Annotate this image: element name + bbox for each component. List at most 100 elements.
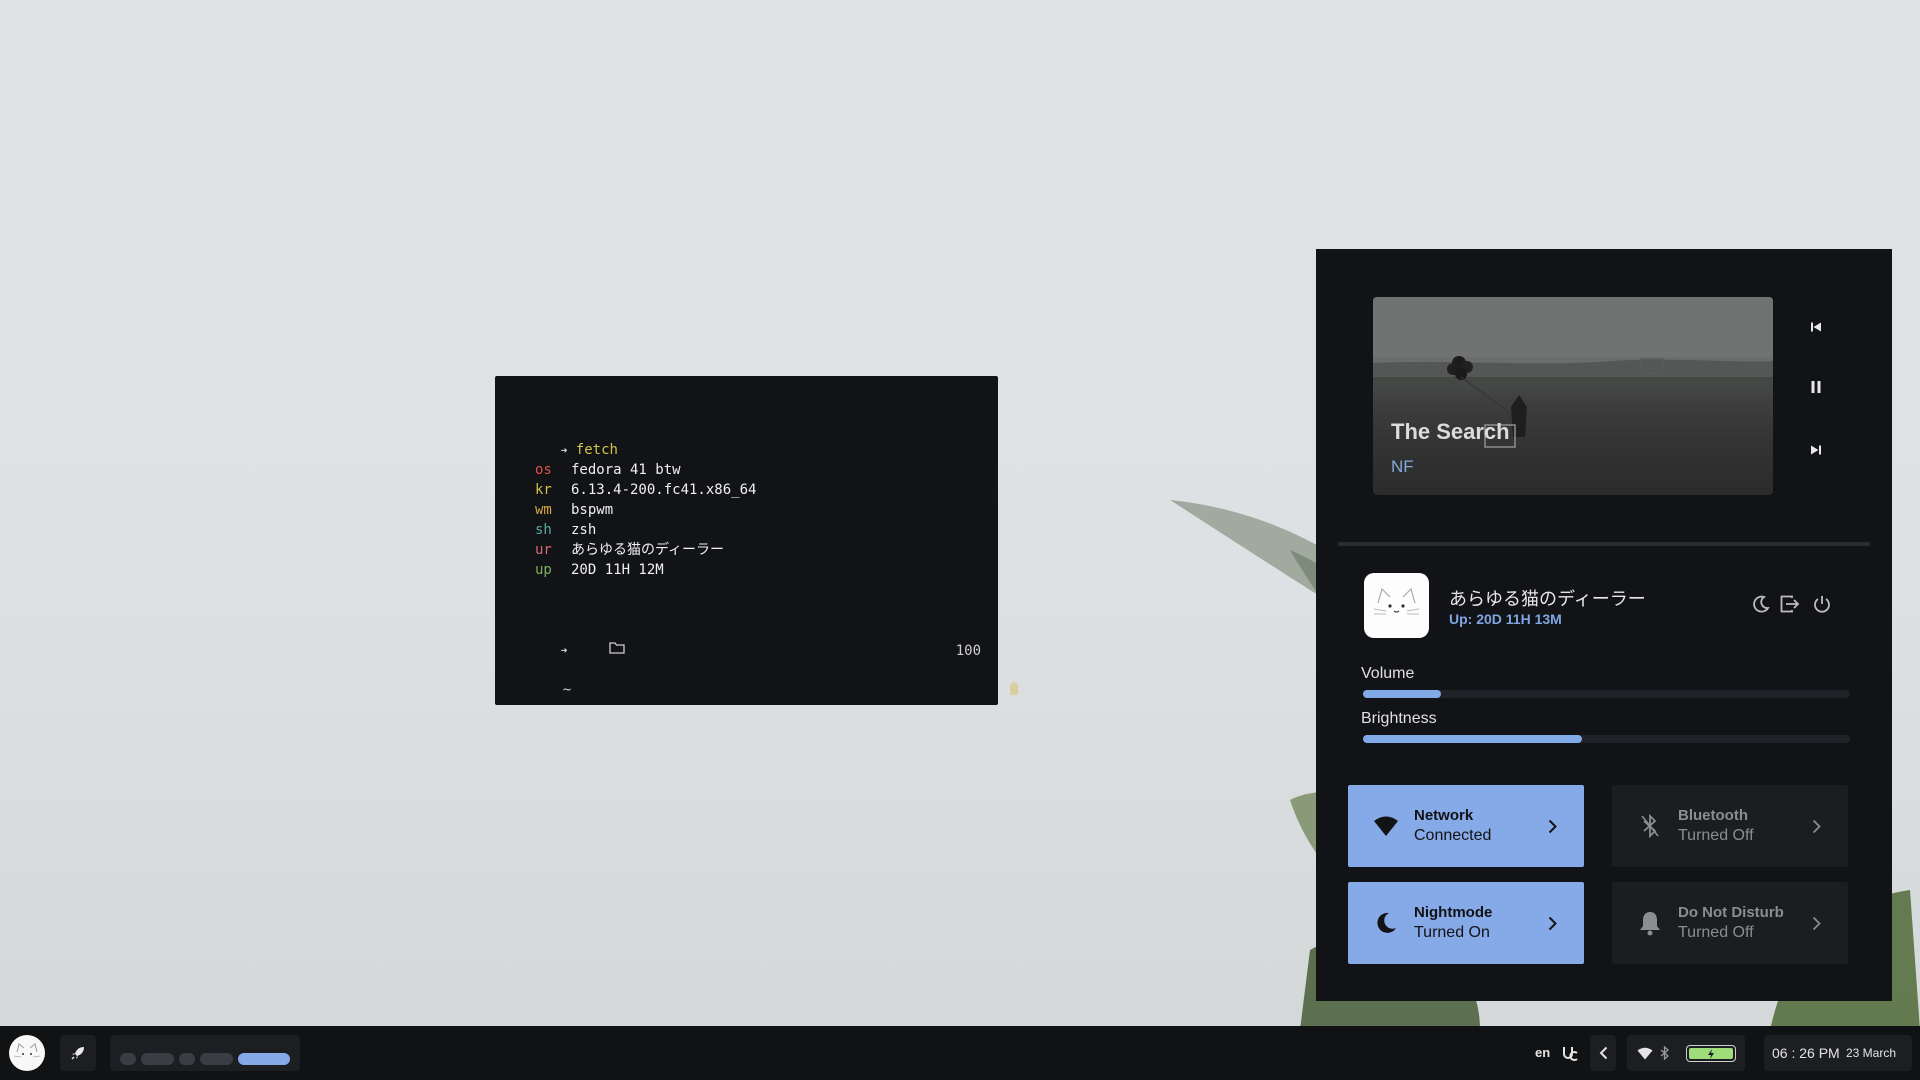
app-tray-icon: [1563, 1047, 1578, 1061]
bluetooth-toggle[interactable]: Bluetooth Turned Off: [1612, 785, 1848, 867]
dnd-toggle[interactable]: Do Not Disturb Turned Off: [1612, 882, 1848, 964]
sleep-button[interactable]: [1750, 593, 1772, 615]
brightness-label: Brightness: [1361, 710, 1437, 727]
launcher-avatar[interactable]: [9, 1035, 45, 1071]
power-icon: [1814, 596, 1830, 613]
bluetooth-status: Turned Off: [1678, 827, 1754, 844]
battery-level: [1689, 1048, 1733, 1059]
brightness-slider-fill: [1363, 735, 1583, 743]
workspace-switcher: [110, 1035, 300, 1071]
prev-button[interactable]: [1804, 315, 1828, 339]
logout-icon: [1780, 595, 1800, 613]
rocket-icon: [71, 1047, 84, 1060]
power-button[interactable]: [1811, 593, 1833, 615]
next-button[interactable]: [1804, 438, 1828, 462]
song-artist: NF: [1391, 457, 1414, 476]
taskbar: en 06 : 26 PM 23 March: [0, 1026, 1920, 1080]
cwd-text: ~: [562, 682, 572, 698]
nightmode-title: Nightmode: [1414, 904, 1493, 921]
moon-icon: [1372, 909, 1400, 937]
bell-icon: [1636, 909, 1664, 937]
pause-icon: [1811, 381, 1821, 393]
dnd-status: Turned Off: [1678, 924, 1754, 941]
chevron-right-icon: [1544, 912, 1560, 934]
avatar: [1364, 573, 1429, 638]
fetch-row: os fedora 41 btw: [535, 460, 681, 480]
workspace-2[interactable]: [141, 1053, 174, 1065]
dnd-title: Do Not Disturb: [1678, 904, 1784, 921]
fetch-key: sh: [535, 522, 552, 538]
fetch-key: up: [535, 562, 552, 578]
chevron-left-icon: [1599, 1046, 1607, 1060]
workspace-1[interactable]: [120, 1053, 136, 1065]
volume-slider-fill: [1363, 690, 1441, 698]
fetch-value: あらゆる猫のディーラー: [571, 542, 725, 558]
workspace-4[interactable]: [200, 1053, 233, 1065]
command-text: fetch: [575, 442, 618, 458]
fetch-value: bspwm: [571, 502, 614, 518]
logout-button[interactable]: [1779, 593, 1801, 615]
fetch-row: up 20D 11H 12M: [535, 560, 664, 580]
nightmode-status: Turned On: [1414, 924, 1490, 941]
terminal-window[interactable]: ➜ fetch os fedora 41 btw kr 6.13.4-200.fc41…: [495, 376, 1019, 705]
chevron-right-icon: [1544, 815, 1560, 837]
network-toggle[interactable]: Network Connected: [1348, 785, 1584, 867]
wifi-icon: [1372, 812, 1400, 840]
workspace-3[interactable]: [179, 1053, 195, 1065]
control-center: The Search NF あらゆる猫のディーラー Up: 20D 11H 13…: [1316, 249, 1892, 1001]
terminal-battery: 100: [922, 621, 1019, 741]
bluetooth-icon: [1660, 1046, 1669, 1060]
tray-expand-button[interactable]: [1590, 1035, 1616, 1071]
battery-icon: [960, 661, 1019, 721]
tray-app-icon[interactable]: [1561, 1044, 1579, 1066]
chevron-right-icon: [1808, 815, 1824, 837]
fetch-key: kr: [535, 482, 552, 498]
clock-date: 23 March: [1846, 1046, 1897, 1060]
uptime: Up: 20D 11H 13M: [1449, 611, 1562, 627]
brightness-slider[interactable]: [1363, 735, 1850, 743]
fetch-key: os: [535, 462, 552, 478]
prompt-arrow: ➜: [560, 444, 568, 457]
battery-indicator: [1686, 1045, 1736, 1062]
nightmode-toggle[interactable]: Nightmode Turned On: [1348, 882, 1584, 964]
user-name: あらゆる猫のディーラー: [1449, 589, 1646, 610]
input-prompt[interactable]: ➜: [527, 620, 568, 681]
fetch-row: wm bspwm: [535, 500, 613, 520]
fetch-row: sh zsh: [535, 520, 596, 540]
fetch-value: zsh: [571, 522, 597, 538]
fetch-value: fedora 41 btw: [571, 462, 681, 478]
network-title: Network: [1414, 807, 1474, 824]
chevron-right-icon: [1808, 912, 1824, 934]
moon-icon: [1753, 595, 1770, 613]
wifi-icon: [1637, 1047, 1653, 1060]
app-launcher-button[interactable]: [60, 1035, 96, 1071]
network-status: Connected: [1414, 827, 1492, 844]
workspace-5[interactable]: [238, 1053, 290, 1065]
folder-icon: [559, 620, 626, 680]
charging-icon: [1708, 1048, 1714, 1059]
clock-time: 06 : 26 PM: [1772, 1045, 1840, 1061]
fetch-row: kr 6.13.4-200.fc41.x86_64: [535, 480, 756, 500]
bluetooth-title: Bluetooth: [1678, 807, 1748, 824]
fetch-row: ur あらゆる猫のディーラー: [535, 540, 724, 560]
album-art-scene: [1373, 297, 1773, 495]
volume-slider[interactable]: [1363, 690, 1850, 698]
battery-percent: 100: [955, 643, 982, 659]
media-progress[interactable]: [1338, 542, 1870, 546]
pause-button[interactable]: [1804, 375, 1828, 399]
prev-icon: [1811, 322, 1821, 332]
clock[interactable]: 06 : 26 PM 23 March: [1764, 1035, 1912, 1071]
status-tray[interactable]: [1627, 1035, 1745, 1071]
cat-face-icon: [13, 1043, 41, 1058]
album-art: The Search NF: [1373, 297, 1773, 495]
next-icon: [1811, 445, 1821, 455]
fetch-value: 6.13.4-200.fc41.x86_64: [571, 482, 757, 498]
fetch-key: wm: [535, 502, 552, 518]
fetch-key: ur: [535, 542, 552, 558]
fetch-value: 20D 11H 12M: [571, 562, 664, 578]
keyboard-layout[interactable]: en: [1535, 1045, 1550, 1060]
prompt-arrow-2: ➜: [560, 644, 568, 657]
cat-face-icon: [1373, 587, 1420, 615]
volume-label: Volume: [1361, 665, 1415, 682]
bluetooth-icon: [1636, 812, 1664, 840]
